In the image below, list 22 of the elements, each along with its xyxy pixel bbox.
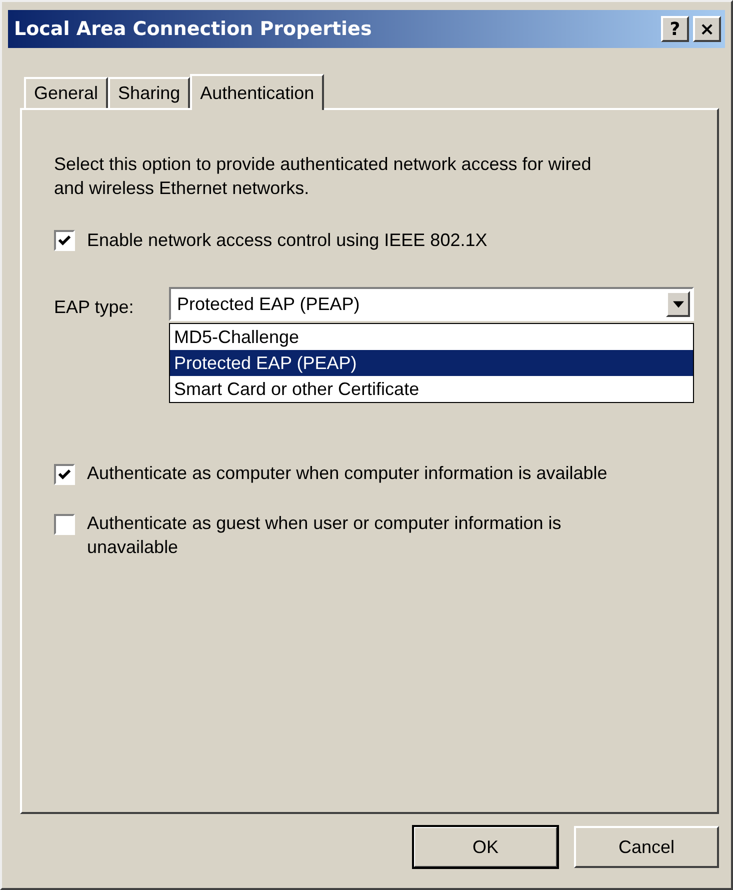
dropdown-option[interactable]: Smart Card or other Certificate (170, 376, 693, 402)
tab[interactable]: Authentication (190, 74, 324, 110)
checkbox[interactable] (54, 514, 75, 535)
check-icon (57, 467, 72, 482)
checkbox[interactable] (54, 230, 75, 251)
cancel-button[interactable]: Cancel (574, 826, 719, 868)
window-title: Local Area Connection Properties (14, 18, 372, 40)
checkbox-label: Authenticate as computer when computer information is available (87, 462, 608, 485)
eap-type-dropdown[interactable]: Protected EAP (PEAP) (169, 287, 694, 321)
checkbox-label: Enable network access control using IEEE 802.1X (87, 230, 488, 251)
checkbox-label: Authenticate as guest when user or computer information is unavailable (87, 512, 562, 559)
dropdown-option[interactable]: MD5-Challenge (170, 324, 693, 350)
ok-button[interactable]: OK (413, 826, 558, 868)
close-button[interactable]: × (693, 16, 721, 42)
field-label: EAP type: (54, 296, 135, 318)
help-button[interactable]: ? (661, 16, 689, 42)
check-icon (57, 233, 72, 248)
tab[interactable]: Sharing (108, 77, 190, 108)
dropdown-option[interactable]: Protected EAP (PEAP) (170, 350, 693, 376)
checkbox[interactable] (54, 464, 75, 485)
tab[interactable]: General (24, 77, 108, 108)
description-text: Select this option to provide authenticated network access for wired and wireless Ethernet networks. (54, 153, 592, 200)
